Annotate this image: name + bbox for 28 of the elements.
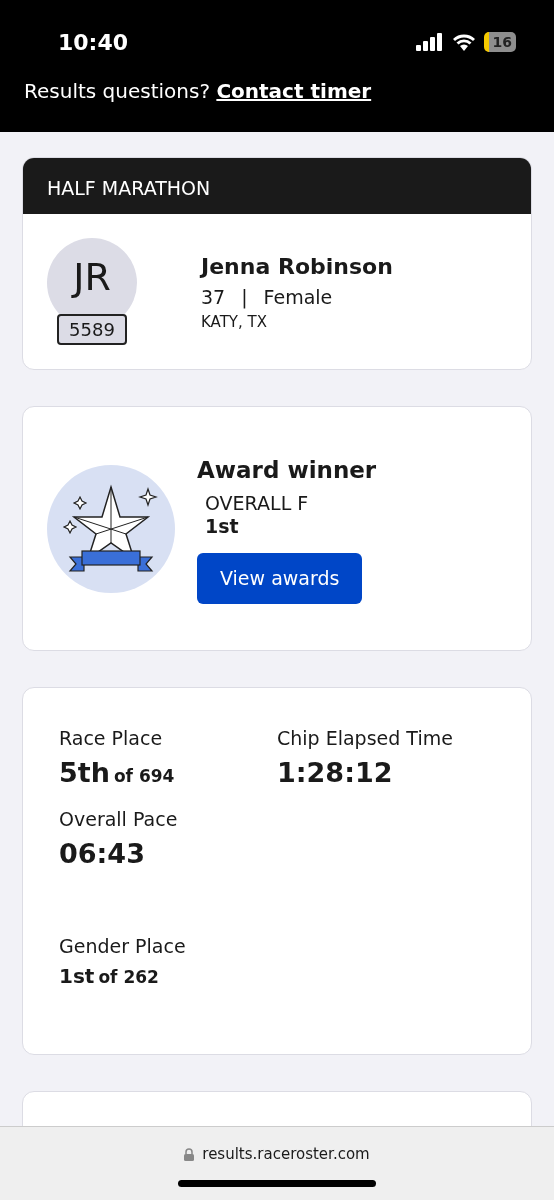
battery-level: 16 xyxy=(483,32,516,52)
runner-name: Jenna Robinson xyxy=(201,252,393,281)
wifi-icon xyxy=(451,33,476,51)
results-question: Results questions? xyxy=(24,79,210,103)
stat-value: 06:43 xyxy=(59,837,145,869)
stat-total: of 694 xyxy=(113,765,175,786)
view-awards-button[interactable]: View awards xyxy=(197,553,363,604)
stat-label: Chip Elapsed Time xyxy=(277,726,454,751)
stat-label: Race Place xyxy=(59,726,164,751)
url-text[interactable]: results.raceroster.com xyxy=(202,1143,370,1166)
stat-value: 5th xyxy=(59,756,110,788)
stat-label: Gender Place xyxy=(59,934,187,959)
award-place: 1st xyxy=(204,514,240,538)
clock-time: 10:40 xyxy=(58,28,129,57)
stat-label: Overall Pace xyxy=(59,807,179,832)
stat-value: 1st xyxy=(59,963,95,988)
runner-gender: Female xyxy=(263,284,333,310)
stat-value: 1:28:12 xyxy=(277,756,393,788)
separator: | xyxy=(241,284,248,311)
runner-location: KATY, TX xyxy=(201,312,268,333)
lock-icon xyxy=(184,1147,195,1161)
contact-timer-link[interactable]: Contact timer xyxy=(216,79,372,103)
runner-age: 37 xyxy=(201,284,226,310)
stat-total: of 262 xyxy=(98,966,159,987)
award-category: OVERALL F xyxy=(204,491,310,515)
race-title: HALF MARATHON xyxy=(23,158,531,214)
award-title: Award winner xyxy=(197,456,377,486)
signal-icon xyxy=(415,33,444,51)
